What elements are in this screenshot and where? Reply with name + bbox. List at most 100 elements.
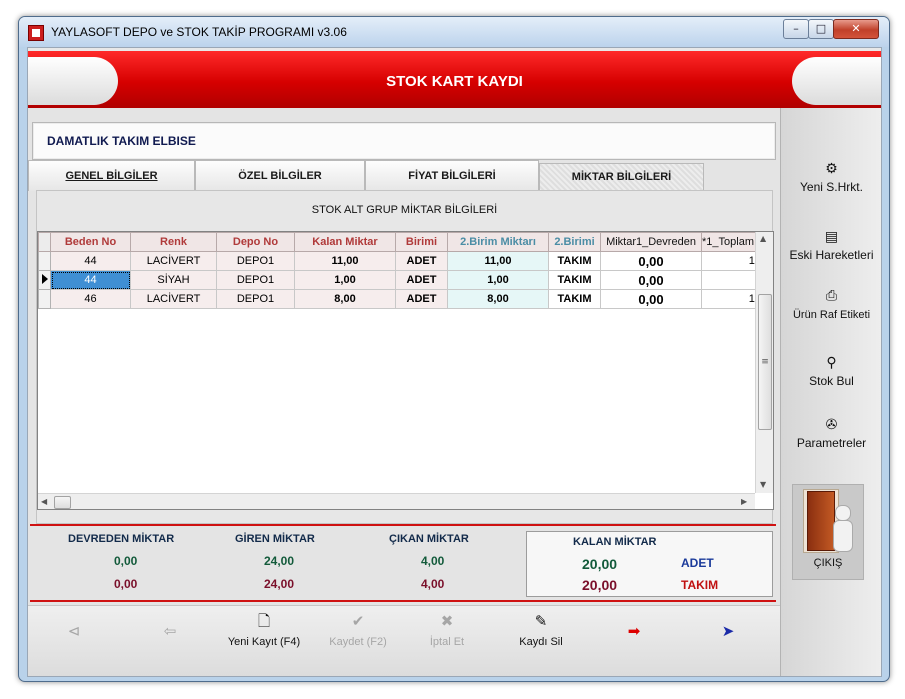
cell-toplam[interactable]: 10 <box>701 289 762 309</box>
summary-bottom-divider <box>30 600 776 602</box>
col-kalan-miktar[interactable]: Kalan Miktar <box>294 232 396 252</box>
kalan-summary-box: KALAN MİKTAR 20,00 ADET 20,00 TAKIM <box>526 531 773 597</box>
exit-button[interactable]: ÇIKIŞ <box>792 484 864 580</box>
first-record-button[interactable]: ⊲ <box>54 622 94 676</box>
devreden-value-2: 0,00 <box>114 577 138 591</box>
save-button[interactable]: ✔ Kaydet (F2) <box>319 612 397 668</box>
last-record-icon: ➤ <box>721 623 735 640</box>
cell-renk[interactable]: LACİVERT <box>130 289 217 309</box>
cell-birim[interactable]: ADET <box>395 251 448 271</box>
cell-birim2[interactable]: TAKIM <box>548 289 601 309</box>
product-name-field[interactable]: DAMATLIK TAKIM ELBISE <box>32 122 776 160</box>
table-row[interactable]: 44 LACİVERT DEPO1 11,00 ADET 11,00 TAKIM… <box>38 251 762 271</box>
cell-birim2[interactable]: TAKIM <box>548 270 601 290</box>
giren-value-1: 24,00 <box>264 554 295 568</box>
next-record-icon: ➡ <box>627 623 641 640</box>
vertical-scrollbar[interactable]: ▲ ≡ ▼ <box>755 232 773 493</box>
table-row[interactable]: 46 LACİVERT DEPO1 8,00 ADET 8,00 TAKIM 0… <box>38 289 762 309</box>
cell-devreden[interactable]: 0,00 <box>600 289 702 309</box>
cell-toplam[interactable]: 12 <box>701 251 762 271</box>
cell-birim2-miktar[interactable]: 8,00 <box>447 289 549 309</box>
horizontal-scroll-thumb[interactable] <box>54 496 71 509</box>
row-indicator[interactable] <box>38 289 51 309</box>
cell-kalan[interactable]: 8,00 <box>294 289 396 309</box>
tab-fiyat-bilgileri[interactable]: FİYAT BİLGİLERİ <box>365 160 539 191</box>
delete-record-button[interactable]: ✎ Kaydı Sil <box>506 612 576 668</box>
cell-devreden[interactable]: 0,00 <box>600 270 702 290</box>
new-document-icon: 🗋 <box>257 613 271 630</box>
col-birimi[interactable]: Birimi <box>395 232 448 252</box>
maximize-button[interactable]: □ <box>808 19 834 39</box>
kalan-value-1: 20,00 <box>582 556 618 572</box>
cell-beden[interactable]: 44 <box>50 270 131 290</box>
next-record-button[interactable]: ➡ <box>614 622 654 676</box>
tab-label: MİKTAR BİLGİLERİ <box>571 171 672 183</box>
last-record-button[interactable]: ➤ <box>708 622 748 676</box>
new-record-button[interactable]: 🗋 Yeni Kayıt (F4) <box>221 612 307 668</box>
row-indicator[interactable] <box>38 270 51 290</box>
col-2-birim-miktari[interactable]: 2.Birim Miktarı <box>447 232 549 252</box>
cell-depo[interactable]: DEPO1 <box>216 251 295 271</box>
cell-renk[interactable]: SİYAH <box>130 270 217 290</box>
product-name: DAMATLIK TAKIM ELBISE <box>47 134 196 148</box>
cell-birim[interactable]: ADET <box>395 270 448 290</box>
sidebar-item-yeni-s-hrkt[interactable]: ⚙ Yeni S.Hrkt. <box>781 159 881 194</box>
col-2-birimi[interactable]: 2.Birimi <box>548 232 601 252</box>
tab-label: GENEL BİLGİLER <box>65 170 158 182</box>
scroll-up-icon[interactable]: ▲ <box>760 234 766 243</box>
devreden-value-1: 0,00 <box>114 554 138 568</box>
cikan-value-1: 4,00 <box>421 554 445 568</box>
row-indicator[interactable] <box>38 251 51 271</box>
close-button[interactable]: ✕ <box>833 19 879 39</box>
scroll-right-icon[interactable]: ▶ <box>741 497 747 506</box>
cikan-label: ÇIKAN MİKTAR <box>389 533 469 545</box>
sidebar-item-eski-hareketleri[interactable]: ▤ Eski Hareketleri <box>781 227 881 262</box>
cancel-button[interactable]: ✖ İptal Et <box>412 612 482 668</box>
scroll-left-icon[interactable]: ◀ <box>41 497 47 506</box>
sidebar-item-urun-raf-etiketi[interactable]: ⎙ Ürün Raf Etiketi <box>781 286 881 321</box>
sidebar-item-stok-bul[interactable]: ⚲ Stok Bul <box>781 353 881 388</box>
horizontal-scrollbar[interactable]: ◀ ▶ <box>38 493 755 509</box>
tab-ozel-bilgiler[interactable]: ÖZEL BİLGİLER <box>195 160 365 191</box>
cell-toplam[interactable]: 2 <box>701 270 762 290</box>
cell-birim[interactable]: ADET <box>395 289 448 309</box>
scroll-down-icon[interactable]: ▼ <box>760 480 766 489</box>
col-beden-no[interactable]: Beden No <box>50 232 131 252</box>
stock-grid[interactable]: Beden No Renk Depo No Kalan Miktar Birim… <box>37 231 774 510</box>
stock-table: Beden No Renk Depo No Kalan Miktar Birim… <box>38 232 762 309</box>
giren-value-2: 24,00 <box>264 577 295 591</box>
cancel-label: İptal Et <box>429 636 465 648</box>
cell-beden[interactable]: 44 <box>50 251 131 271</box>
tab-miktar-bilgileri[interactable]: MİKTAR BİLGİLERİ <box>539 163 704 191</box>
vertical-scroll-thumb[interactable]: ≡ <box>758 294 772 430</box>
cell-renk[interactable]: LACİVERT <box>130 251 217 271</box>
tab-label: ÖZEL BİLGİLER <box>238 170 322 182</box>
cell-kalan[interactable]: 1,00 <box>294 270 396 290</box>
table-row[interactable]: 44 SİYAH DEPO1 1,00 ADET 1,00 TAKIM 0,00… <box>38 270 762 290</box>
row-indicator-header <box>38 232 51 252</box>
delete-record-icon: ✎ <box>534 613 548 630</box>
cell-birim2-miktar[interactable]: 11,00 <box>447 251 549 271</box>
col-renk[interactable]: Renk <box>130 232 217 252</box>
kalan-label: KALAN MİKTAR <box>573 536 657 548</box>
cell-kalan[interactable]: 11,00 <box>294 251 396 271</box>
giren-label: GİREN MİKTAR <box>235 533 315 545</box>
cell-depo[interactable]: DEPO1 <box>216 270 295 290</box>
app-window: YAYLASOFT DEPO ve STOK TAKİP PROGRAMI v3… <box>18 16 890 682</box>
client-area: STOK KART KAYDI DAMATLIK TAKIM ELBISE GE… <box>27 47 882 677</box>
cell-depo[interactable]: DEPO1 <box>216 289 295 309</box>
col-depo-no[interactable]: Depo No <box>216 232 295 252</box>
search-stock-icon: ⚲ <box>826 354 837 370</box>
cell-birim2[interactable]: TAKIM <box>548 251 601 271</box>
tab-genel-bilgiler[interactable]: GENEL BİLGİLER <box>28 160 195 191</box>
minimize-button[interactable]: – <box>783 19 809 39</box>
sidebar: ⚙ Yeni S.Hrkt. ▤ Eski Hareketleri ⎙ Ürün… <box>780 108 881 676</box>
cell-devreden[interactable]: 0,00 <box>600 251 702 271</box>
main-area: DAMATLIK TAKIM ELBISE GENEL BİLGİLER ÖZE… <box>28 108 780 676</box>
cell-birim2-miktar[interactable]: 1,00 <box>447 270 549 290</box>
col-toplam[interactable]: *1_Toplam <box>701 232 762 252</box>
previous-record-button[interactable]: ⇦ <box>150 622 190 676</box>
cell-beden[interactable]: 46 <box>50 289 131 309</box>
col-miktar1-devreden[interactable]: Miktar1_Devreden <box>600 232 702 252</box>
sidebar-item-parametreler[interactable]: ✇ Parametreler <box>781 415 881 450</box>
